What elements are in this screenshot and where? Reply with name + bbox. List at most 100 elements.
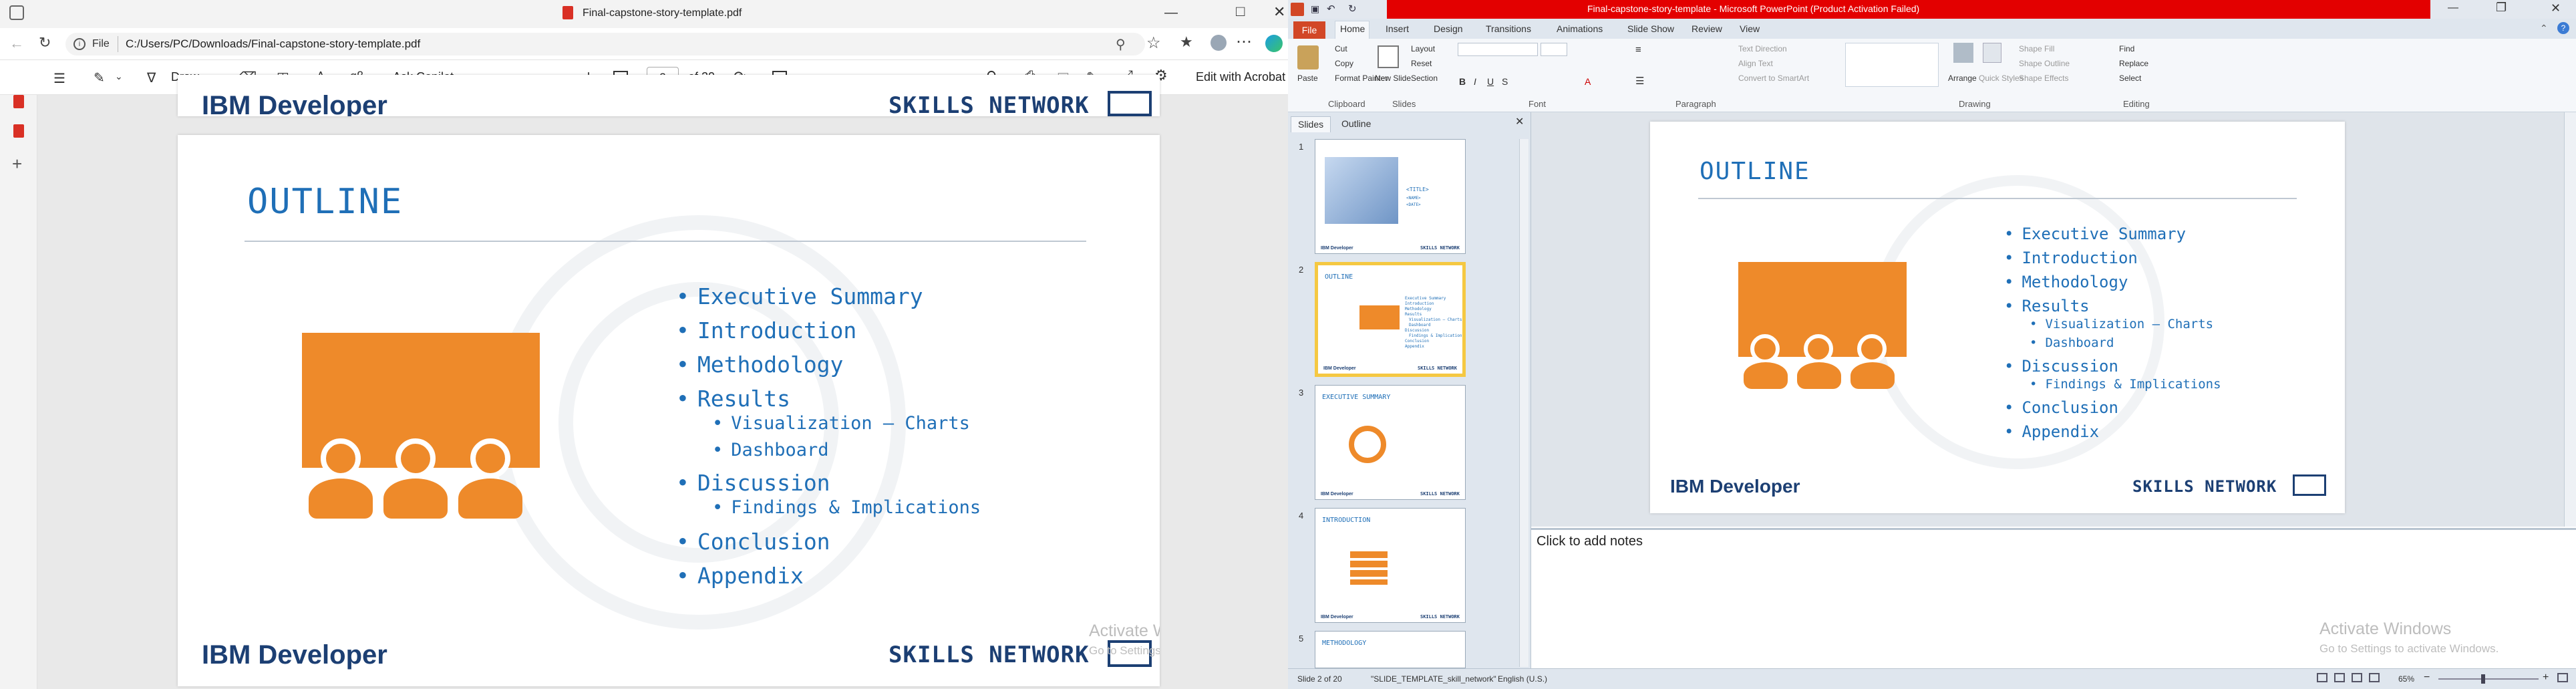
thumbs-scrollbar[interactable] xyxy=(1519,139,1528,667)
notes-placeholder[interactable]: Click to add notes xyxy=(1537,534,1643,549)
zoom-slider-thumb[interactable] xyxy=(2481,674,2485,684)
refresh-icon[interactable]: ↻ xyxy=(39,34,51,51)
minimize-icon[interactable]: — xyxy=(1164,5,1178,21)
select-button[interactable]: Select xyxy=(2119,74,2141,83)
sub-bullet-item[interactable]: Visualization – Charts xyxy=(2030,317,2213,331)
tab-title[interactable]: Final-capstone-story-template.pdf xyxy=(583,7,742,19)
close-icon[interactable]: ✕ xyxy=(2551,1,2561,15)
font-color-icon[interactable]: A xyxy=(1585,76,1591,87)
draw-icon[interactable]: ∇ xyxy=(147,70,156,86)
bullet-item[interactable]: Methodology xyxy=(2004,273,2128,291)
slide-thumb-3[interactable]: EXECUTIVE SUMMARY IBM Developer SKILLS N… xyxy=(1315,385,1466,500)
bullet-item[interactable]: Appendix xyxy=(2004,422,2099,441)
tab-home[interactable]: Home xyxy=(1340,23,1365,34)
language-status[interactable]: English (U.S.) xyxy=(1498,674,1547,684)
info-icon[interactable]: i xyxy=(73,38,86,50)
shape-effects-button[interactable]: Shape Effects xyxy=(2019,74,2069,83)
contents-icon[interactable]: ☰ xyxy=(53,70,65,87)
shadow-icon[interactable]: S xyxy=(1502,76,1508,87)
powerpoint-app-icon[interactable] xyxy=(1291,3,1304,16)
tab-animations[interactable]: Animations xyxy=(1557,23,1603,34)
tab-pdf-active-icon[interactable] xyxy=(13,124,24,138)
bullet-item[interactable]: Executive Summary xyxy=(2004,225,2186,243)
normal-view-icon[interactable] xyxy=(2317,673,2327,682)
slide-thumb-2[interactable]: OUTLINE Executive Summary Introduction M… xyxy=(1315,262,1466,377)
new-slide-button[interactable]: New Slide xyxy=(1375,74,1411,83)
edit-with-acrobat-button[interactable]: Edit with Acrobat xyxy=(1196,70,1285,84)
bullets-icon[interactable]: ≡ xyxy=(1635,44,1641,55)
paste-icon[interactable] xyxy=(1297,45,1319,70)
underline-icon[interactable]: U xyxy=(1487,76,1494,87)
quick-save-icon[interactable]: ▣ xyxy=(1311,3,1319,15)
reset-button[interactable]: Reset xyxy=(1411,59,1432,68)
slide-thumb-5[interactable]: METHODOLOGY xyxy=(1315,631,1466,668)
convert-smartart-button[interactable]: Convert to SmartArt xyxy=(1738,74,1809,83)
bullet-item[interactable]: Results xyxy=(2004,297,2089,315)
bold-icon[interactable]: B xyxy=(1459,76,1466,87)
more-menu-icon[interactable]: ⋯ xyxy=(1236,32,1252,51)
sub-bullet-item[interactable]: Findings & Implications xyxy=(2030,377,2221,392)
cut-button[interactable]: Cut xyxy=(1335,44,1347,53)
url-text[interactable]: C:/Users/PC/Downloads/Final-capstone-sto… xyxy=(126,37,420,51)
font-name-select[interactable] xyxy=(1458,43,1538,56)
highlight-icon[interactable]: ✎ xyxy=(94,70,105,86)
shapes-gallery[interactable] xyxy=(1845,43,1939,87)
undo-icon[interactable]: ↶ xyxy=(1327,3,1335,15)
layout-button[interactable]: Layout xyxy=(1411,44,1435,53)
quick-styles-icon[interactable] xyxy=(1983,43,2001,63)
quick-styles-button[interactable]: Quick Styles xyxy=(1979,74,2024,83)
slide-title[interactable]: OUTLINE xyxy=(1700,158,1810,185)
font-size-select[interactable] xyxy=(1541,43,1567,56)
section-button[interactable]: Section xyxy=(1411,74,1438,83)
canvas-scrollbar[interactable] xyxy=(2564,112,2576,527)
fit-slide-icon[interactable] xyxy=(2557,673,2568,682)
zoom-in-icon[interactable]: + xyxy=(2543,672,2549,684)
bullet-item[interactable]: Conclusion xyxy=(2004,398,2118,417)
zoom-icon[interactable]: ⚲ xyxy=(1116,36,1126,53)
slide-thumb-4[interactable]: INTRODUCTION IBM Developer SKILLS NETWOR… xyxy=(1315,508,1466,623)
find-button[interactable]: Find xyxy=(2119,44,2134,53)
back-icon[interactable]: ← xyxy=(9,35,24,52)
arrange-button[interactable]: Arrange xyxy=(1948,74,1977,83)
minimize-ribbon-icon[interactable]: ⌃ xyxy=(2540,23,2548,34)
close-icon[interactable]: ✕ xyxy=(1273,3,1285,21)
slide-2[interactable]: OUTLINE Executive Summary Introduction M… xyxy=(1650,122,2345,513)
arrange-icon[interactable] xyxy=(1953,43,1973,63)
tab-design[interactable]: Design xyxy=(1434,23,1463,34)
text-direction-button[interactable]: Text Direction xyxy=(1738,44,1787,53)
bullet-item[interactable]: Introduction xyxy=(2004,249,2137,267)
slide-editing-canvas[interactable]: OUTLINE Executive Summary Introduction M… xyxy=(1531,112,2576,527)
restore-icon[interactable]: ❐ xyxy=(2496,1,2507,15)
slideshow-icon[interactable] xyxy=(2369,673,2380,682)
tab-review[interactable]: Review xyxy=(1692,23,1722,34)
tab-insert[interactable]: Insert xyxy=(1386,23,1409,34)
tab-outline[interactable]: Outline xyxy=(1335,116,1378,132)
minimize-icon[interactable]: — xyxy=(2448,2,2458,14)
maximize-icon[interactable]: □ xyxy=(1236,3,1245,20)
reading-view-icon[interactable] xyxy=(2352,673,2362,682)
tab-slides[interactable]: Slides xyxy=(1291,116,1331,132)
favorites-list-icon[interactable]: ★ xyxy=(1180,33,1193,51)
shape-outline-button[interactable]: Shape Outline xyxy=(2019,59,2070,68)
slide-thumb-1[interactable]: <TITLE> <NAME> <DATE> IBM Developer SKIL… xyxy=(1315,139,1466,254)
sub-bullet-item[interactable]: Dashboard xyxy=(2030,335,2114,350)
address-bar[interactable]: i File C:/Users/PC/Downloads/Final-capst… xyxy=(65,33,1145,55)
file-tab[interactable]: File xyxy=(1293,21,1325,39)
zoom-out-icon[interactable]: − xyxy=(2424,672,2430,684)
new-tab-icon[interactable]: + xyxy=(12,154,22,174)
replace-button[interactable]: Replace xyxy=(2119,59,2148,68)
new-slide-icon[interactable] xyxy=(1378,45,1399,68)
zoom-level[interactable]: 65% xyxy=(2398,674,2414,684)
pdf-document-area[interactable]: IBM Developer SKILLS NETWORK OUTLINE Exe… xyxy=(37,75,1288,689)
favorite-icon[interactable]: ☆ xyxy=(1146,33,1161,53)
tab-view[interactable]: View xyxy=(1740,23,1760,34)
notes-pane[interactable]: Click to add notes Activate Windows Go t… xyxy=(1531,528,2576,668)
tab-slide-show[interactable]: Slide Show xyxy=(1627,23,1674,34)
copilot-icon[interactable] xyxy=(1265,35,1283,52)
zoom-slider[interactable] xyxy=(2438,678,2539,680)
chevron-down-icon[interactable]: ⌄ xyxy=(115,71,123,82)
paste-button[interactable]: Paste xyxy=(1297,74,1318,83)
align-left-icon[interactable]: ☰ xyxy=(1635,75,1644,87)
tab-transitions[interactable]: Transitions xyxy=(1486,23,1531,34)
shape-fill-button[interactable]: Shape Fill xyxy=(2019,44,2054,53)
